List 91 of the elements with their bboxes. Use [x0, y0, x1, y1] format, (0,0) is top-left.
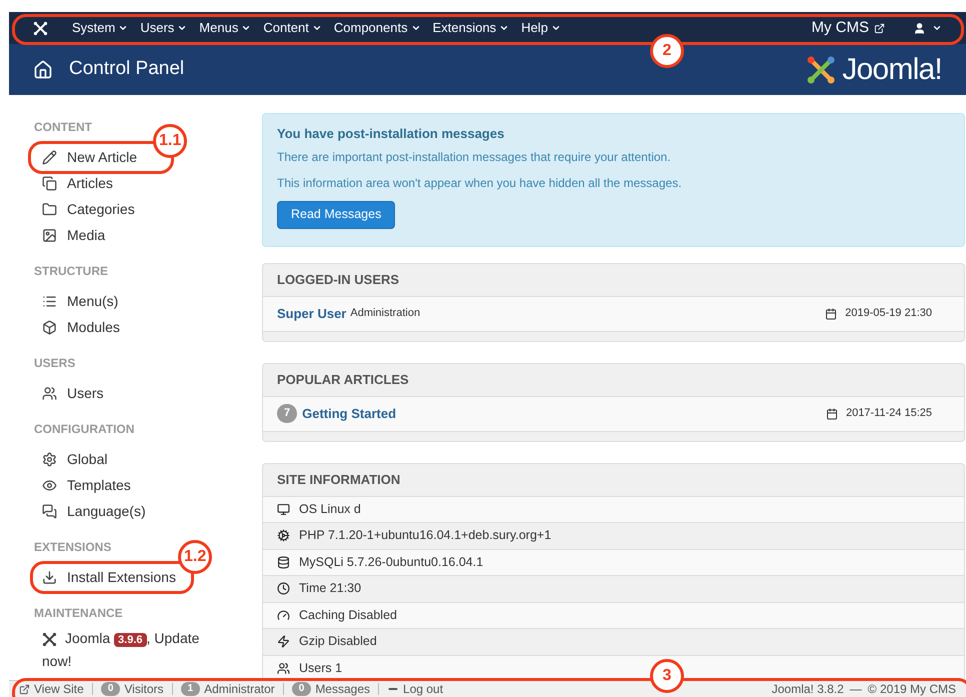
calendar-icon	[825, 308, 838, 320]
section-heading: EXTENSIONS	[34, 539, 112, 555]
site-link[interactable]: My CMS	[812, 16, 885, 40]
user-menu[interactable]	[913, 22, 942, 34]
info-row: OS Linux d	[263, 496, 964, 523]
row-icon	[277, 529, 290, 542]
page-title: Control Panel	[69, 57, 184, 82]
update-link[interactable]: Joomla 3.9.6 , Update now!	[34, 628, 224, 672]
row-icon	[277, 582, 290, 596]
caret-icon	[550, 23, 561, 33]
row-icon	[277, 662, 290, 675]
menu-item[interactable]: Menus	[199, 18, 252, 38]
read-messages-button[interactable]: Read Messages	[277, 200, 396, 228]
sidebar-item[interactable]: New Article	[42, 144, 138, 170]
row-icon	[277, 502, 290, 516]
sidebar-item[interactable]: Menu(s)	[42, 288, 118, 314]
item-icon	[42, 452, 57, 466]
version-text: Joomla! 3.8.2	[772, 681, 844, 697]
sidebar-item[interactable]: Install Extensions	[42, 564, 176, 590]
sidebar-item[interactable]: Articles	[42, 170, 113, 196]
joomla-icon	[33, 20, 48, 36]
article-link[interactable]: Getting Started	[302, 404, 396, 424]
user-role: Administration	[350, 306, 420, 322]
caret-icon	[410, 23, 421, 33]
section-heading: MAINTENANCE	[34, 605, 123, 621]
section-heading: CONTENT	[34, 119, 92, 135]
item-icon	[42, 386, 57, 400]
caret-icon	[177, 23, 188, 33]
sidebar-item[interactable]: Language(s)	[42, 498, 146, 524]
caret-icon	[118, 23, 128, 33]
item-icon	[42, 320, 57, 334]
count-badge: 0	[100, 682, 120, 696]
sidebar-item[interactable]: Media	[42, 222, 106, 248]
separator-text: —	[850, 681, 862, 697]
external-link-icon	[19, 684, 30, 694]
user-icon	[913, 22, 926, 34]
row-icon	[277, 556, 290, 569]
logo-icon	[806, 54, 836, 84]
sidebar-item[interactable]: Modules	[42, 314, 120, 340]
section-heading: USERS	[34, 355, 76, 371]
alert-title: You have post-installation messages	[277, 125, 506, 143]
caret-icon	[241, 23, 252, 33]
copyright-text: © 2019 My CMS	[868, 681, 956, 697]
annotation-badge: 1.1	[153, 124, 188, 158]
menu-item[interactable]: Components	[334, 18, 421, 38]
home-icon	[33, 60, 53, 80]
caret-icon	[312, 23, 322, 33]
status-link[interactable]: 0 Messages	[292, 680, 370, 697]
date-text: 2019-05-19 21:30	[845, 306, 932, 322]
status-link[interactable]: View Site	[19, 680, 84, 697]
version-badge: 3.9.6	[114, 633, 146, 647]
joomla-icon	[42, 632, 57, 647]
section-heading: STRUCTURE	[34, 263, 108, 279]
item-icon	[42, 228, 57, 242]
sidebar-item[interactable]: Categories	[42, 196, 135, 222]
status-link[interactable]: 0 Visitors	[100, 680, 164, 697]
sidebar-item[interactable]: Templates	[42, 472, 131, 498]
annotation-badge: 1.2	[178, 540, 212, 574]
item-icon	[42, 504, 57, 518]
count-badge: 0	[292, 682, 312, 696]
count-badge: 1	[180, 682, 200, 696]
menu-item[interactable]: Help	[521, 18, 561, 38]
info-row: MySQLi 5.7.26-0ubuntu0.16.04.1	[263, 550, 964, 576]
status-link[interactable]: Log out	[387, 680, 444, 697]
logo-text: Joomla!	[842, 52, 942, 88]
caret-icon	[932, 23, 942, 33]
menu-item[interactable]: Users	[140, 18, 188, 38]
hits-badge: 7	[277, 404, 298, 423]
item-icon	[42, 294, 57, 308]
calendar-icon	[826, 408, 838, 420]
date-text: 2017-11-24 15:25	[846, 406, 932, 422]
section-heading: CONFIGURATION	[34, 421, 134, 437]
user-link[interactable]: Super User	[277, 304, 346, 324]
item-icon	[42, 202, 57, 216]
item-icon	[42, 570, 57, 584]
menu-item[interactable]: System	[72, 18, 128, 38]
status-link[interactable]: 1 Administrator	[180, 680, 275, 697]
item-icon	[42, 150, 57, 164]
row-icon	[277, 608, 290, 622]
alert-text: This information area won't appear when you have hidden all the messages.	[277, 174, 683, 190]
alert-text: There are important post-installation messages that require your attention.	[277, 148, 672, 164]
caret-icon	[499, 23, 510, 33]
info-row: Caching Disabled	[263, 602, 964, 629]
menu-item[interactable]: Content	[263, 18, 322, 38]
item-icon	[42, 176, 57, 190]
item-icon	[42, 478, 57, 492]
sidebar-item[interactable]: Global	[42, 446, 108, 472]
external-link-icon	[874, 22, 885, 34]
sidebar-item[interactable]: Users	[42, 380, 104, 406]
menu-item[interactable]: Extensions	[432, 18, 510, 38]
row-icon	[277, 635, 290, 648]
